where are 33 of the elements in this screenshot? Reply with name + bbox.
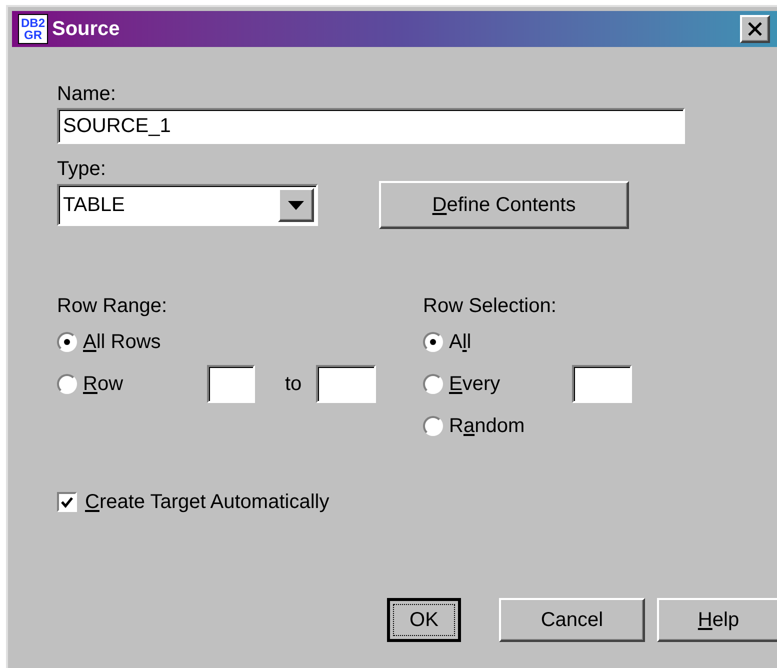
- checkbox[interactable]: [57, 492, 77, 512]
- checkmark-icon: [61, 496, 73, 508]
- radio-label: Row: [83, 372, 124, 397]
- radio-button[interactable]: [423, 416, 443, 436]
- radio-label: All Rows: [83, 330, 161, 355]
- radio-label: Every: [449, 372, 500, 397]
- row-to-field[interactable]: [316, 365, 376, 403]
- field-label: Type:: [57, 157, 107, 181]
- close-button[interactable]: [740, 15, 770, 43]
- to-label: to: [285, 372, 302, 397]
- type-dropdown[interactable]: TABLE: [57, 184, 318, 226]
- window-title: Source: [52, 17, 120, 42]
- app-icon: DB2 GR: [18, 14, 48, 44]
- group-label: Row Selection:: [423, 294, 558, 319]
- dialog-button[interactable]: Help: [657, 598, 777, 642]
- define-contents-button[interactable]: Define Contents: [379, 181, 629, 229]
- every-field[interactable]: [572, 365, 632, 403]
- checkbox-label: Create Target Automatically: [85, 490, 330, 515]
- radio-button[interactable]: [423, 374, 443, 394]
- radio-button[interactable]: [57, 332, 77, 352]
- dialog-button[interactable]: Cancel: [499, 598, 645, 642]
- close-icon: [748, 22, 762, 36]
- caret-icon: [288, 200, 304, 210]
- radio-label: Random: [449, 414, 525, 439]
- radio-button[interactable]: [57, 374, 77, 394]
- radio-label: All: [449, 330, 472, 355]
- dropdown-button[interactable]: [278, 188, 314, 222]
- name-field[interactable]: SOURCE_1: [57, 108, 685, 144]
- dialog-button[interactable]: OK: [387, 598, 461, 642]
- row-from-field[interactable]: [207, 365, 255, 403]
- radio-button[interactable]: [423, 332, 443, 352]
- field-label: Name:: [57, 82, 117, 106]
- group-label: Row Range:: [57, 294, 168, 319]
